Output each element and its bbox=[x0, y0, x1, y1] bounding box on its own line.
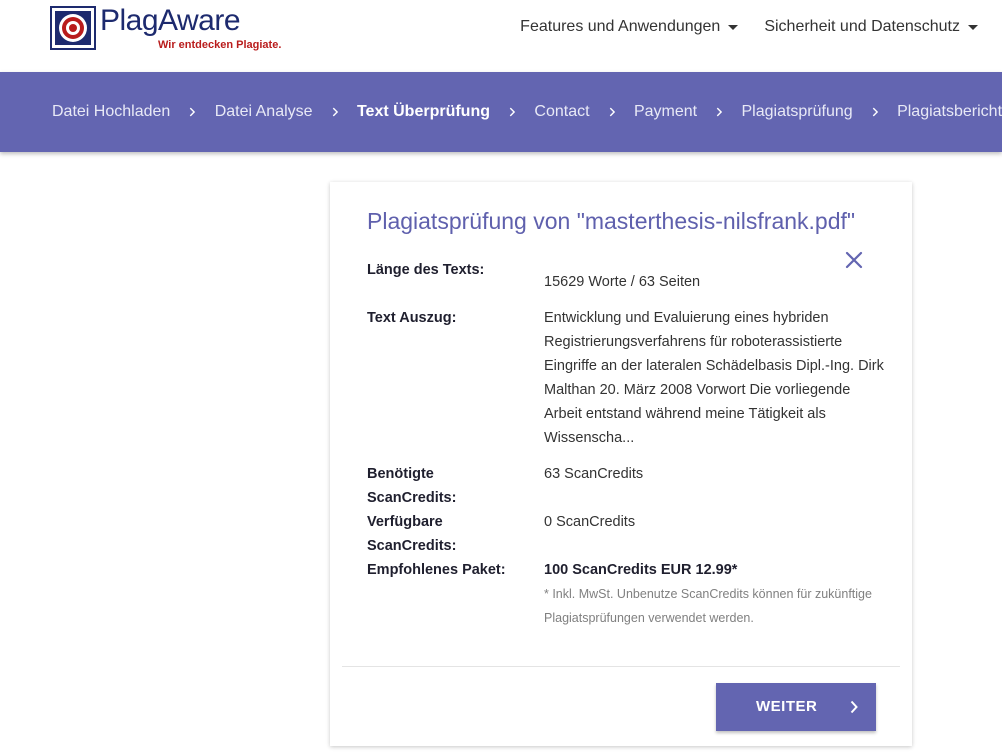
step-datei-analyse[interactable]: Datei Analyse bbox=[215, 103, 313, 121]
step-plagiatsbericht: Plagiatsbericht bbox=[897, 103, 1002, 120]
required-credits-label: Benötigte ScanCredits: bbox=[367, 466, 457, 506]
excerpt-label: Text Auszug: bbox=[367, 310, 457, 326]
chevron-right-icon bbox=[850, 700, 858, 714]
available-credits-value: 0 ScanCredits bbox=[544, 514, 636, 530]
progress-stepper: Datei Hochladen Datei Analyse Text Überp… bbox=[0, 72, 1002, 152]
available-credits-label: Verfügbare ScanCredits: bbox=[367, 514, 457, 554]
chevron-right-icon bbox=[609, 107, 615, 117]
step-plagiatspruefung: Plagiatsprüfung bbox=[741, 103, 853, 120]
step-text-ueberpruefung: Text Überprüfung bbox=[356, 103, 490, 120]
card-divider bbox=[342, 666, 900, 667]
nav-features-dropdown[interactable]: Features und Anwendungen bbox=[520, 18, 739, 36]
excerpt-value: Entwicklung und Evaluierung eines hybrid… bbox=[544, 310, 884, 446]
step-contact: Contact bbox=[534, 103, 590, 120]
step-payment: Payment bbox=[633, 103, 698, 120]
text-length-value: 15629 Worte / 63 Seiten bbox=[544, 274, 701, 290]
recommended-package-value: 100 ScanCredits EUR 12.99* bbox=[544, 562, 738, 578]
nav-features-label: Features und Anwendungen bbox=[520, 18, 721, 35]
logo-wordmark: PlagAware bbox=[100, 4, 241, 37]
nav-security-dropdown[interactable]: Sicherheit und Datenschutz bbox=[764, 18, 978, 36]
recommended-package-label: Empfohlenes Paket: bbox=[367, 562, 506, 578]
chevron-right-icon bbox=[509, 107, 516, 117]
card-title: Plagiatsprüfung von "masterthesis-nilsfr… bbox=[367, 208, 856, 234]
check-summary-card: Plagiatsprüfung von "masterthesis-nilsfr… bbox=[330, 182, 912, 746]
plagaware-logo[interactable]: PlagAware Wir entdecken Plagiate. bbox=[50, 4, 310, 56]
chevron-right-icon bbox=[190, 107, 196, 117]
caret-down-icon bbox=[968, 24, 978, 30]
chevron-right-icon bbox=[872, 107, 878, 117]
top-navigation: Features und Anwendungen Sicherheit und … bbox=[520, 18, 978, 36]
chevron-right-icon bbox=[332, 107, 338, 117]
required-credits-value: 63 ScanCredits bbox=[544, 466, 644, 482]
close-icon[interactable] bbox=[844, 250, 864, 270]
step-datei-hochladen[interactable]: Datei Hochladen bbox=[52, 103, 170, 121]
caret-down-icon bbox=[728, 24, 739, 30]
weiter-button-label: WEITER bbox=[756, 698, 818, 715]
chevron-right-icon bbox=[716, 107, 723, 117]
vat-footnote: * Inkl. MwSt. Unbenutze ScanCredits könn… bbox=[544, 587, 872, 625]
logo-tagline: Wir entdecken Plagiate. bbox=[158, 39, 282, 51]
text-length-label: Länge des Texts: bbox=[367, 262, 485, 278]
nav-security-label: Sicherheit und Datenschutz bbox=[764, 18, 960, 35]
logo-mark-icon bbox=[50, 6, 96, 50]
top-header: PlagAware Wir entdecken Plagiate. Featur… bbox=[0, 0, 1002, 72]
weiter-button[interactable]: WEITER bbox=[716, 683, 876, 731]
